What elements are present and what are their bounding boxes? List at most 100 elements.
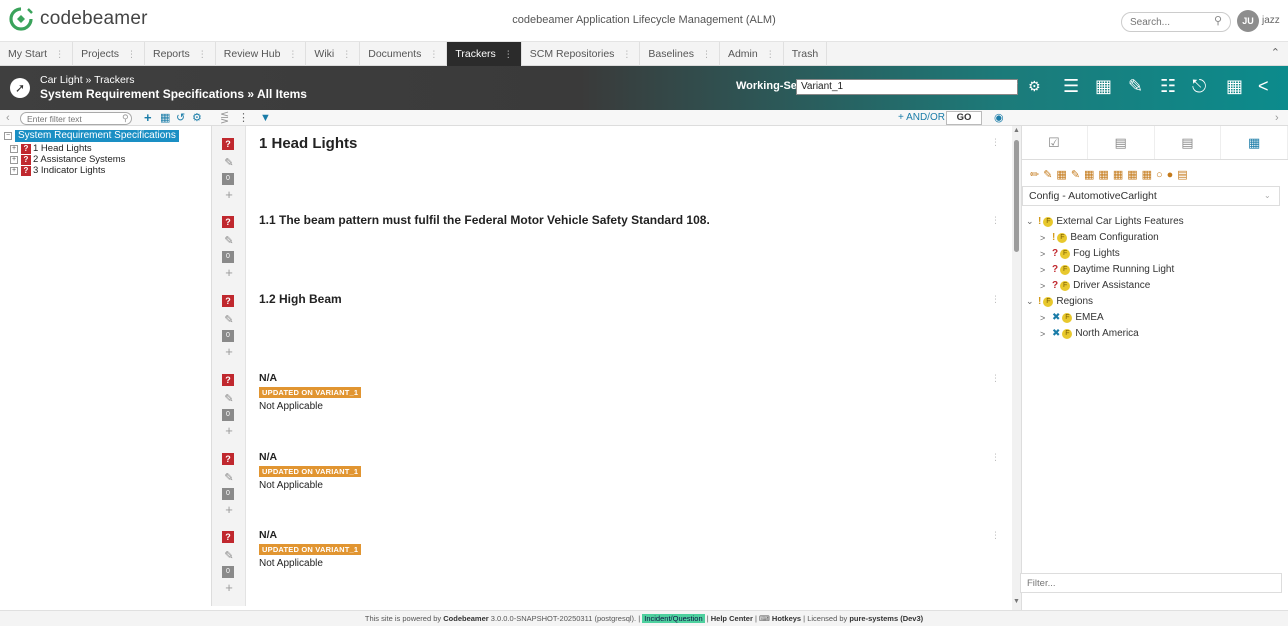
- tab-menu-icon[interactable]: ⋮: [429, 43, 438, 66]
- item-description[interactable]: Not Applicable: [259, 558, 361, 569]
- feature-label[interactable]: Regions: [1056, 296, 1093, 307]
- item-title[interactable]: 1 Head Lights: [259, 135, 357, 152]
- chevron-left-icon[interactable]: ‹: [6, 111, 10, 125]
- item-title[interactable]: 1.1 The beam pattern must fulfil the Fed…: [259, 213, 710, 227]
- comment-count-badge[interactable]: 0: [222, 566, 234, 578]
- tab-reports[interactable]: Reports ⋮: [145, 42, 216, 66]
- chevron-right-icon[interactable]: ›: [1275, 111, 1279, 125]
- expand-icon[interactable]: +: [10, 155, 18, 164]
- tree-item-label[interactable]: 2 Assistance Systems: [33, 154, 125, 165]
- add-icon[interactable]: +: [144, 111, 152, 125]
- username[interactable]: jazz: [1262, 15, 1280, 26]
- tab-wiki[interactable]: Wiki ⋮: [306, 42, 361, 66]
- tracker-icon[interactable]: ➚: [10, 78, 30, 98]
- list-view-icon[interactable]: ☰: [1063, 76, 1079, 97]
- incident-link[interactable]: Incident/Question: [642, 614, 705, 623]
- feature-label[interactable]: Driver Assistance: [1073, 280, 1150, 291]
- gear-icon[interactable]: ⚙: [1028, 78, 1041, 95]
- edit-icon[interactable]: ✎: [222, 234, 236, 247]
- chevron-right-icon[interactable]: >: [1040, 329, 1052, 339]
- chevron-right-icon[interactable]: >: [1040, 265, 1052, 275]
- comment-count-badge[interactable]: 0: [222, 488, 234, 500]
- tab-my-start[interactable]: My Start ⋮: [0, 42, 74, 66]
- tab-trackers[interactable]: Trackers ⋮: [447, 42, 522, 66]
- review-icon[interactable]: ⎋: [1192, 76, 1206, 97]
- item-menu-icon[interactable]: ⋮: [991, 137, 1000, 148]
- tab-menu-icon[interactable]: ⋮: [55, 43, 64, 66]
- add-child-icon[interactable]: +: [222, 344, 236, 359]
- item-menu-icon[interactable]: ⋮: [991, 373, 1000, 384]
- tree-item[interactable]: + ? 3 Indicator Lights: [10, 165, 105, 176]
- tab-menu-icon[interactable]: ⋮: [198, 43, 207, 66]
- tab-menu-icon[interactable]: ⋮: [288, 43, 297, 66]
- hotkeys-link[interactable]: Hotkeys: [772, 614, 801, 623]
- tree-filter-input[interactable]: [20, 112, 132, 125]
- tab-menu-icon[interactable]: ⋮: [342, 43, 351, 66]
- document-view-icon[interactable]: ▦: [1095, 76, 1112, 97]
- feature-tree-item[interactable]: >? F Driver Assistance: [1040, 280, 1150, 291]
- item-menu-icon[interactable]: ⋮: [991, 530, 1000, 541]
- more-icon[interactable]: ⋮: [238, 111, 249, 125]
- edit-view-icon[interactable]: ✎: [1128, 76, 1143, 97]
- tree-icon[interactable]: ▦: [160, 111, 170, 125]
- table-icon[interactable]: ▦: [1226, 76, 1243, 97]
- working-set-select[interactable]: Variant_1: [796, 79, 1018, 95]
- item-description[interactable]: Not Applicable: [259, 480, 361, 491]
- requirement-icon[interactable]: ?: [222, 453, 234, 465]
- filter-icon[interactable]: ▼: [260, 111, 271, 125]
- feature-tree-item[interactable]: > ✖ F EMEA: [1040, 312, 1104, 323]
- requirement-icon[interactable]: ?: [222, 531, 234, 543]
- traceability-icon[interactable]: ☷: [1160, 76, 1176, 97]
- feature-tree-item[interactable]: ⌄! F Regions: [1026, 296, 1093, 307]
- tab-projects[interactable]: Projects ⋮: [73, 42, 146, 66]
- feature-tree-item[interactable]: ⌄! F External Car Lights Features: [1026, 216, 1184, 227]
- history-tab-icon[interactable]: ▤: [1088, 126, 1155, 159]
- settings-icon[interactable]: ⚙: [192, 111, 202, 125]
- edit-icon[interactable]: ✎: [222, 313, 236, 326]
- requirement-icon[interactable]: ?: [222, 295, 234, 307]
- requirement-icon[interactable]: ?: [222, 374, 234, 386]
- tab-menu-icon[interactable]: ⋮: [622, 43, 631, 66]
- item-title[interactable]: N/A: [259, 451, 361, 463]
- search-icon[interactable]: ⚲: [122, 111, 129, 125]
- expand-icon[interactable]: +: [10, 144, 18, 153]
- edit-icon[interactable]: ✎: [222, 549, 236, 562]
- chevron-right-icon[interactable]: >: [1040, 249, 1052, 259]
- item-menu-icon[interactable]: ⋮: [991, 452, 1000, 463]
- tree-item[interactable]: + ? 2 Assistance Systems: [10, 154, 125, 165]
- feature-tab-icon[interactable]: ▦: [1221, 126, 1288, 159]
- chevron-down-icon[interactable]: ▼: [1011, 81, 1019, 90]
- edit-icon[interactable]: ✎: [222, 392, 236, 405]
- tree-item[interactable]: + ? 1 Head Lights: [10, 143, 92, 154]
- and-or-button[interactable]: + AND/OR: [898, 112, 945, 123]
- feature-label[interactable]: Beam Configuration: [1070, 232, 1158, 243]
- comment-count-badge[interactable]: 0: [222, 173, 234, 185]
- tab-admin[interactable]: Admin ⋮: [720, 42, 784, 66]
- config-select[interactable]: Config - AutomotiveCarlight: [1022, 186, 1280, 206]
- chevron-right-icon[interactable]: >: [1040, 313, 1052, 323]
- tree-root[interactable]: − System Requirement Specifications: [4, 130, 179, 142]
- feature-tree-item[interactable]: > ✖ F North America: [1040, 328, 1139, 339]
- tab-review-hub[interactable]: Review Hub ⋮: [216, 42, 307, 66]
- requirement-icon[interactable]: ?: [222, 138, 234, 150]
- chevron-up-icon[interactable]: ⌃: [1271, 46, 1280, 59]
- feature-tree-item[interactable]: >? F Fog Lights: [1040, 248, 1120, 259]
- tab-documents[interactable]: Documents ⋮: [360, 42, 448, 66]
- item-menu-icon[interactable]: ⋮: [991, 294, 1000, 305]
- feature-label[interactable]: North America: [1075, 328, 1138, 339]
- tab-baselines[interactable]: Baselines ⋮: [640, 42, 720, 66]
- feature-label[interactable]: Daytime Running Light: [1073, 264, 1174, 275]
- add-child-icon[interactable]: +: [222, 423, 236, 438]
- scrollbar-thumb[interactable]: [1014, 140, 1019, 252]
- comment-count-badge[interactable]: 0: [222, 251, 234, 263]
- feature-label[interactable]: External Car Lights Features: [1056, 216, 1183, 227]
- scroll-down-icon[interactable]: ▼: [1013, 598, 1020, 605]
- tree-item-label[interactable]: 3 Indicator Lights: [33, 165, 105, 176]
- feature-tree-item[interactable]: >! F Beam Configuration: [1040, 232, 1159, 243]
- tab-menu-icon[interactable]: ⋮: [504, 43, 513, 66]
- tab-scm-repositories[interactable]: SCM Repositories ⋮: [522, 42, 641, 66]
- config-toolbar[interactable]: ✏✎▦✎▦▦▦▦▦○●▤: [1030, 168, 1192, 181]
- feature-label[interactable]: EMEA: [1075, 312, 1103, 323]
- comment-count-badge[interactable]: 0: [222, 409, 234, 421]
- feature-filter-input[interactable]: [1020, 573, 1282, 593]
